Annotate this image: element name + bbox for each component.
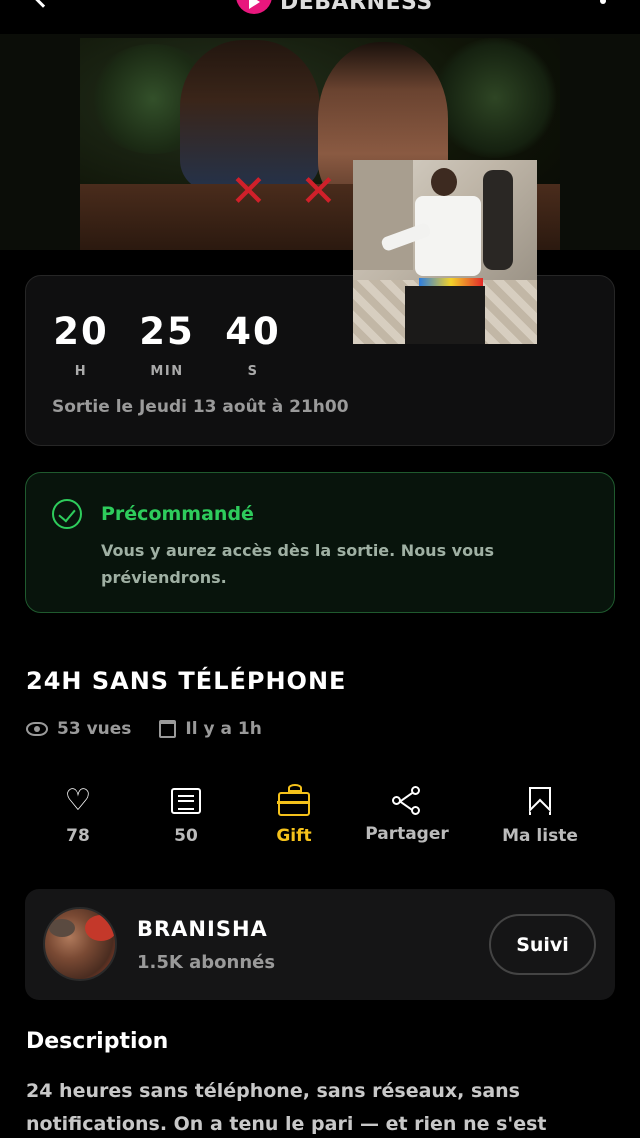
like-count: 78: [66, 826, 90, 846]
hours-label: H: [74, 364, 88, 379]
channel-avatar[interactable]: [43, 907, 117, 981]
action-bar: ♡ 78 50 Gift Partager Ma liste: [0, 784, 640, 854]
poster-cross-mark: ✕: [300, 166, 337, 217]
hours-value: 20: [53, 310, 109, 353]
posted-time: Il y a 1h: [185, 719, 262, 739]
check-circle-icon: [52, 499, 82, 529]
share-button[interactable]: Partager: [352, 784, 462, 844]
description-text: 24 heures sans téléphone, sans réseaux, …: [26, 1080, 547, 1135]
calendar-icon: [159, 720, 177, 738]
my-list-label: Ma liste: [502, 826, 578, 846]
comment-icon: [171, 788, 201, 814]
top-bar: DEBARNESS: [0, 0, 640, 34]
channel-name[interactable]: BRANISHA: [137, 917, 268, 941]
countdown-seconds: 40 S: [218, 310, 288, 380]
like-button[interactable]: ♡ 78: [23, 783, 133, 847]
description-heading: Description: [26, 1029, 169, 1054]
preorder-status-card: Précommandé Vous y aurez accès dès la so…: [25, 472, 615, 613]
gift-button[interactable]: Gift: [239, 784, 349, 846]
seconds-value: 40: [225, 310, 281, 353]
gift-icon: [277, 784, 310, 816]
dancing-man-gif: [353, 160, 537, 344]
preorder-title: Précommandé: [101, 503, 254, 525]
eye-icon: [26, 722, 48, 736]
video-meta: 53 vues Il y a 1h: [26, 719, 262, 739]
share-icon: [392, 786, 422, 816]
release-date-text: Sortie le Jeudi 13 août à 21h00: [52, 397, 349, 417]
app-brand: DEBARNESS: [236, 0, 433, 15]
channel-card: BRANISHA 1.5K abonnés Suivi: [25, 889, 615, 1000]
more-options-icon[interactable]: [600, 0, 606, 4]
gift-label: Gift: [276, 826, 312, 846]
share-label: Partager: [365, 824, 449, 844]
minutes-value: 25: [139, 310, 195, 353]
app-logo-icon: [236, 0, 272, 14]
video-poster: ✕ ✕: [0, 34, 640, 250]
bookmark-icon: [529, 787, 551, 815]
countdown-hours: 20 H: [46, 310, 116, 380]
heart-icon: ♡: [64, 783, 92, 818]
my-list-button[interactable]: Ma liste: [485, 784, 595, 846]
follow-button[interactable]: Suivi: [489, 914, 596, 975]
view-count: 53 vues: [57, 719, 132, 739]
app-name: DEBARNESS: [280, 0, 433, 15]
countdown-minutes: 25 MIN: [132, 310, 202, 380]
comments-button[interactable]: 50: [131, 784, 241, 846]
subscriber-count: 1.5K abonnés: [137, 952, 276, 973]
poster-cross-mark: ✕: [230, 166, 267, 217]
back-icon[interactable]: [30, 0, 56, 8]
video-title: 24H SANS TÉLÉPHONE: [26, 667, 347, 695]
comment-count: 50: [174, 826, 198, 846]
seconds-label: S: [247, 364, 259, 379]
preorder-message: Vous y aurez accès dès la sortie. Nous v…: [101, 541, 494, 587]
minutes-label: MIN: [150, 364, 184, 379]
